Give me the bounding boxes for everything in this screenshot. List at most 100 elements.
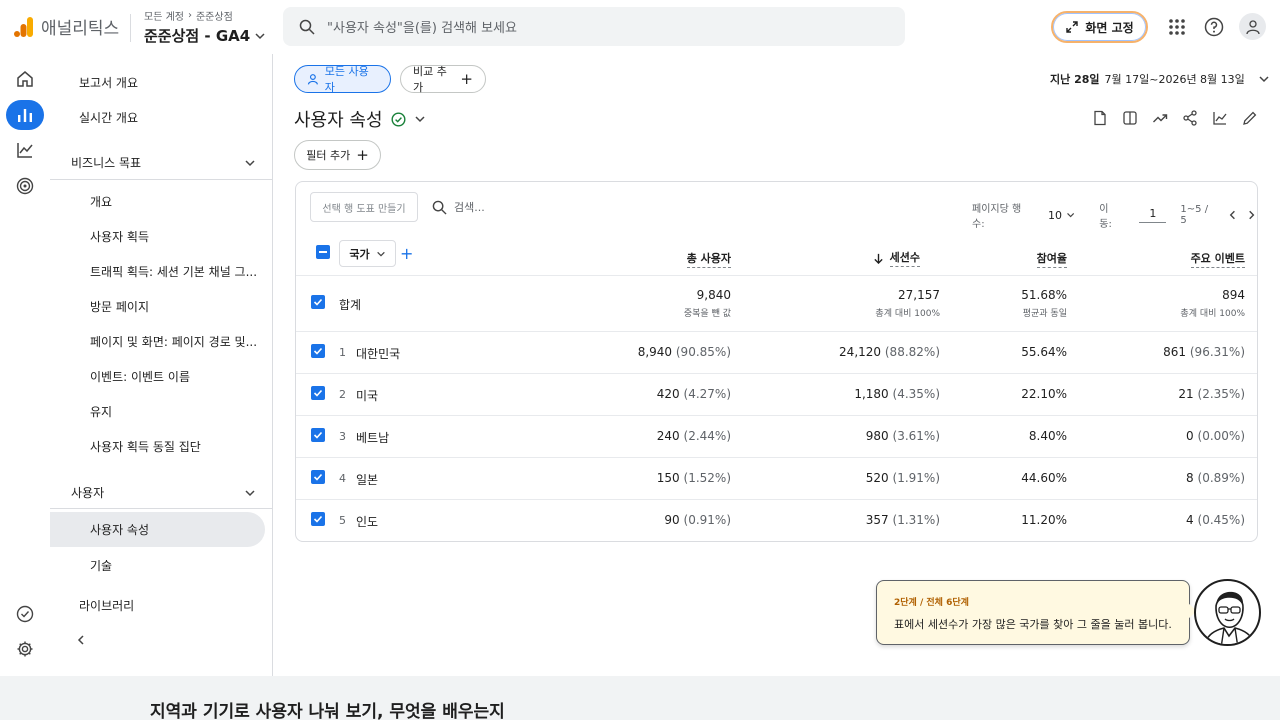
row-sessions-value: 357 — [865, 513, 889, 527]
row-country[interactable]: 인도 — [356, 513, 378, 530]
breadcrumb-parent: 모든 계정 — [144, 12, 184, 23]
rail-admin-check[interactable] — [6, 599, 44, 629]
row-checkbox[interactable] — [311, 470, 325, 484]
share-icon[interactable] — [1182, 110, 1200, 128]
nav-traffic-acquisition[interactable]: 트래픽 획득: 세션 기본 채널 그... — [90, 263, 257, 280]
nav-realtime-overview[interactable]: 실시간 개요 — [79, 109, 138, 126]
compare-columns-icon[interactable] — [1122, 110, 1140, 128]
guide-tooltip: 2단계 / 전체 6단계 표에서 세션수가 가장 많은 국가를 찾아 그 줄을 … — [876, 580, 1190, 645]
nav-section-business[interactable]: 비즈니스 목표 — [71, 154, 272, 171]
row-checkbox[interactable] — [311, 386, 325, 400]
plus-icon: + — [356, 146, 369, 164]
row-checkbox[interactable] — [311, 428, 325, 442]
edit-pencil-icon[interactable] — [1242, 110, 1260, 128]
gear-icon — [17, 641, 33, 657]
row-events-value: 0 — [1186, 429, 1194, 443]
rows-per-page-label: 페이지당 행 수: — [972, 204, 1022, 230]
date-range-picker[interactable]: 지난 28일 7월 17일~2026년 8월 13일 — [1050, 71, 1270, 87]
document-icon[interactable] — [1092, 110, 1110, 128]
row-users-value: 420 — [656, 387, 680, 401]
totals-events: 894 — [1222, 288, 1245, 302]
insights-trend-icon[interactable] — [1152, 110, 1170, 128]
goto-page-input[interactable]: 1 — [1139, 207, 1167, 223]
row-users-value: 8,940 — [637, 345, 673, 359]
goto-label: 이동: — [1099, 204, 1112, 230]
row-sessions-value: 1,180 — [854, 387, 889, 401]
account-avatar[interactable] — [1239, 13, 1266, 40]
row-country[interactable]: 대한민국 — [356, 345, 400, 362]
rail-explore[interactable] — [6, 135, 44, 165]
col-header-engagement-rate[interactable]: 참여율 — [1036, 250, 1067, 268]
add-comparison-button[interactable]: 비교 추가 + — [400, 65, 486, 94]
totals-label: 합계 — [339, 298, 362, 312]
col-header-total-users[interactable]: 총 사용자 — [686, 250, 731, 268]
add-dimension-plus-icon[interactable]: + — [400, 244, 413, 263]
nav-events[interactable]: 이벤트: 이벤트 이름 — [90, 368, 190, 385]
chevron-right-icon[interactable] — [1246, 209, 1257, 221]
dimension-label: 국가 — [349, 247, 370, 261]
nav-pages-screens[interactable]: 페이지 및 화면: 페이지 경로 및... — [90, 333, 257, 350]
nav-cohort[interactable]: 사용자 획득 동질 집단 — [90, 438, 201, 455]
nav-landing-page[interactable]: 방문 페이지 — [90, 298, 149, 315]
guide-instruction: 표에서 세션수가 가장 많은 국가를 찾아 그 줄을 눌러 봅니다. — [894, 618, 1172, 631]
add-filter-button[interactable]: 필터 추가 + — [294, 140, 381, 170]
row-country[interactable]: 미국 — [356, 387, 378, 404]
row-checkbox[interactable] — [311, 344, 325, 358]
property-selector[interactable]: 모든 계정 › 준준상점 준준상점 - GA4 — [144, 8, 266, 46]
row-events-value: 21 — [1178, 387, 1194, 401]
table-search[interactable]: 검색... — [432, 199, 485, 215]
nav-retention[interactable]: 유지 — [90, 403, 112, 420]
select-all-checkbox[interactable] — [316, 245, 330, 259]
chevron-left-icon[interactable] — [1227, 209, 1238, 221]
nav-user-attributes[interactable]: 사용자 속성 — [90, 521, 149, 538]
nav-section-user[interactable]: 사용자 — [71, 484, 272, 501]
chevron-up-icon — [245, 489, 255, 496]
plot-rows-button[interactable]: 선택 행 도표 만들기 — [310, 192, 418, 222]
table-search-input[interactable]: 검색... — [454, 199, 485, 215]
apps-grid-icon[interactable] — [1165, 15, 1189, 39]
rail-advertising[interactable] — [6, 171, 44, 201]
row-events-value: 861 — [1163, 345, 1187, 359]
search-bar[interactable]: "사용자 속성"을(를) 검색해 보세요 — [283, 7, 905, 46]
row-checkbox[interactable] — [311, 512, 325, 526]
row-divider — [296, 457, 1257, 458]
col-header-sessions-wrap[interactable]: 세션수 — [873, 249, 920, 267]
rows-per-page-select[interactable]: 10 — [1048, 209, 1062, 222]
rail-settings[interactable] — [6, 634, 44, 664]
breadcrumb-child: 준준상점 — [195, 12, 233, 23]
nav-user-acquisition[interactable]: 사용자 획득 — [90, 228, 149, 245]
guide-avatar — [1194, 579, 1261, 646]
nav-library[interactable]: 라이브러리 — [79, 597, 134, 614]
line-chart-icon — [17, 143, 33, 158]
row-sessions: 357 (1.31%) — [866, 513, 940, 527]
data-table-card: 선택 행 도표 만들기 검색... 페이지당 행 수: 10 이동: 1 1~5… — [295, 181, 1258, 542]
row-country[interactable]: 일본 — [356, 471, 378, 488]
help-icon[interactable] — [1202, 15, 1226, 39]
chevron-down-icon[interactable] — [414, 113, 426, 125]
row-events: 4 (0.45%) — [1186, 513, 1245, 527]
rail-reports[interactable] — [6, 100, 44, 130]
pin-view-button[interactable]: 화면 고정 — [1051, 11, 1148, 43]
rail-home[interactable] — [6, 64, 44, 94]
row-sessions-value: 24,120 — [839, 345, 882, 359]
collapse-nav-icon[interactable] — [75, 634, 87, 646]
row-events: 0 (0.00%) — [1186, 429, 1245, 443]
nav-tech[interactable]: 기술 — [90, 557, 112, 574]
nav-business-overview[interactable]: 개요 — [90, 193, 112, 210]
row-sessions: 520 (1.91%) — [866, 471, 940, 485]
dimension-select[interactable]: 국가 — [339, 240, 396, 267]
left-rail — [0, 54, 50, 676]
row-divider — [296, 373, 1257, 374]
segment-chip-all-users[interactable]: 모든 사용자 — [294, 65, 391, 94]
nav-report-overview[interactable]: 보고서 개요 — [79, 74, 138, 91]
reports-nav: 보고서 개요 실시간 개요 비즈니스 목표 개요 사용자 획득 트래픽 획득: … — [50, 54, 273, 676]
search-input[interactable]: "사용자 속성"을(를) 검색해 보세요 — [327, 17, 517, 36]
row-country[interactable]: 베트남 — [356, 429, 389, 446]
home-icon — [17, 71, 33, 87]
col-header-key-events[interactable]: 주요 이벤트 — [1190, 250, 1245, 268]
analytics-logo[interactable]: 애널리틱스 — [14, 14, 119, 39]
chart-icon[interactable] — [1212, 110, 1230, 128]
row-events: 21 (2.35%) — [1178, 387, 1245, 401]
totals-checkbox[interactable] — [311, 295, 325, 309]
check-circle-icon — [16, 605, 34, 623]
